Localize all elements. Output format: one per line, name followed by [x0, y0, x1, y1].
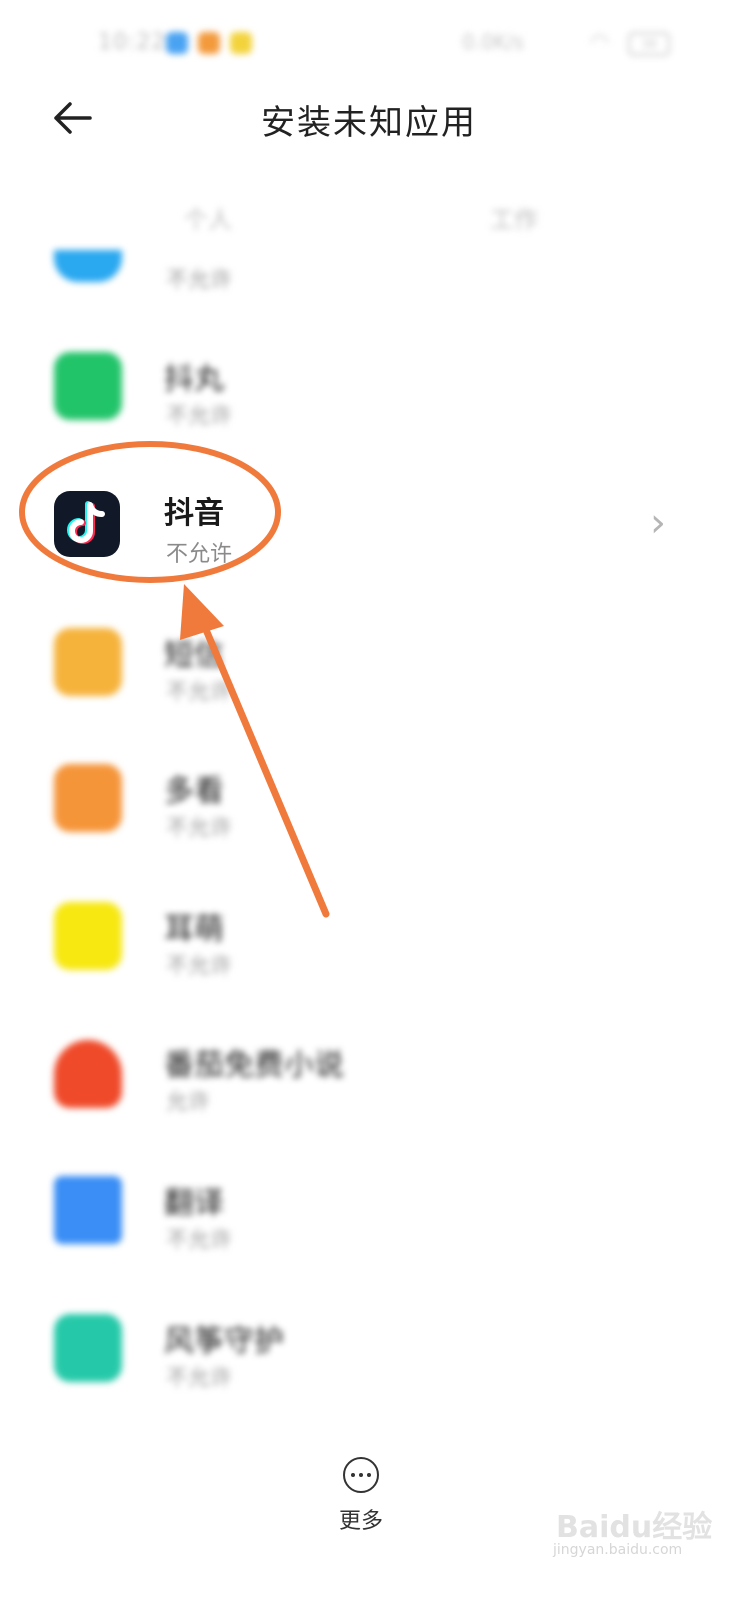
list-item[interactable]: 抖丸 不允许 — [0, 330, 738, 466]
list-item[interactable]: 耳萌 不允许 — [0, 880, 738, 1016]
more-button[interactable] — [343, 1457, 379, 1493]
doujuan-icon — [54, 352, 122, 420]
message-icon — [54, 628, 122, 696]
status-time: 10:22 — [98, 30, 167, 55]
app-icon — [54, 250, 122, 282]
page-title: 安装未知应用 — [261, 103, 477, 143]
list-item[interactable]: 翻译 不允许 — [0, 1154, 738, 1290]
list-item[interactable]: 多看 不允许 — [0, 742, 738, 878]
battery-icon: 38 — [628, 32, 670, 56]
watermark-logo: Baidu经验 — [556, 1510, 713, 1545]
app-status: 不允许 — [166, 542, 233, 567]
list-item[interactable]: 短信 不允许 — [0, 606, 738, 742]
network-speed: 0.0K/s — [462, 30, 525, 54]
notification-icon — [230, 32, 252, 54]
list-item-douyin[interactable]: 抖音 不允许 › — [0, 456, 738, 592]
translate-icon — [54, 1176, 122, 1244]
tiktok-icon — [54, 491, 120, 557]
fanqie-icon — [54, 1040, 122, 1108]
notification-icon — [198, 32, 220, 54]
app-name: 抖音 — [164, 496, 224, 531]
status-bar: 10:22 0.0K/s ◠ 38 — [0, 0, 738, 88]
notification-icon — [166, 32, 188, 54]
watermark-url: jingyan.baidu.com — [553, 1542, 683, 1558]
list-item[interactable]: 番茄免费小说 允许 — [0, 1016, 738, 1152]
ermeng-icon — [54, 902, 122, 970]
wifi-icon: ◠ — [590, 30, 610, 55]
kite-guard-icon — [54, 1314, 122, 1382]
chevron-right-icon: › — [650, 500, 666, 546]
list-item[interactable]: 风筝守护 不允许 — [0, 1292, 738, 1428]
duokan-icon — [54, 764, 122, 832]
